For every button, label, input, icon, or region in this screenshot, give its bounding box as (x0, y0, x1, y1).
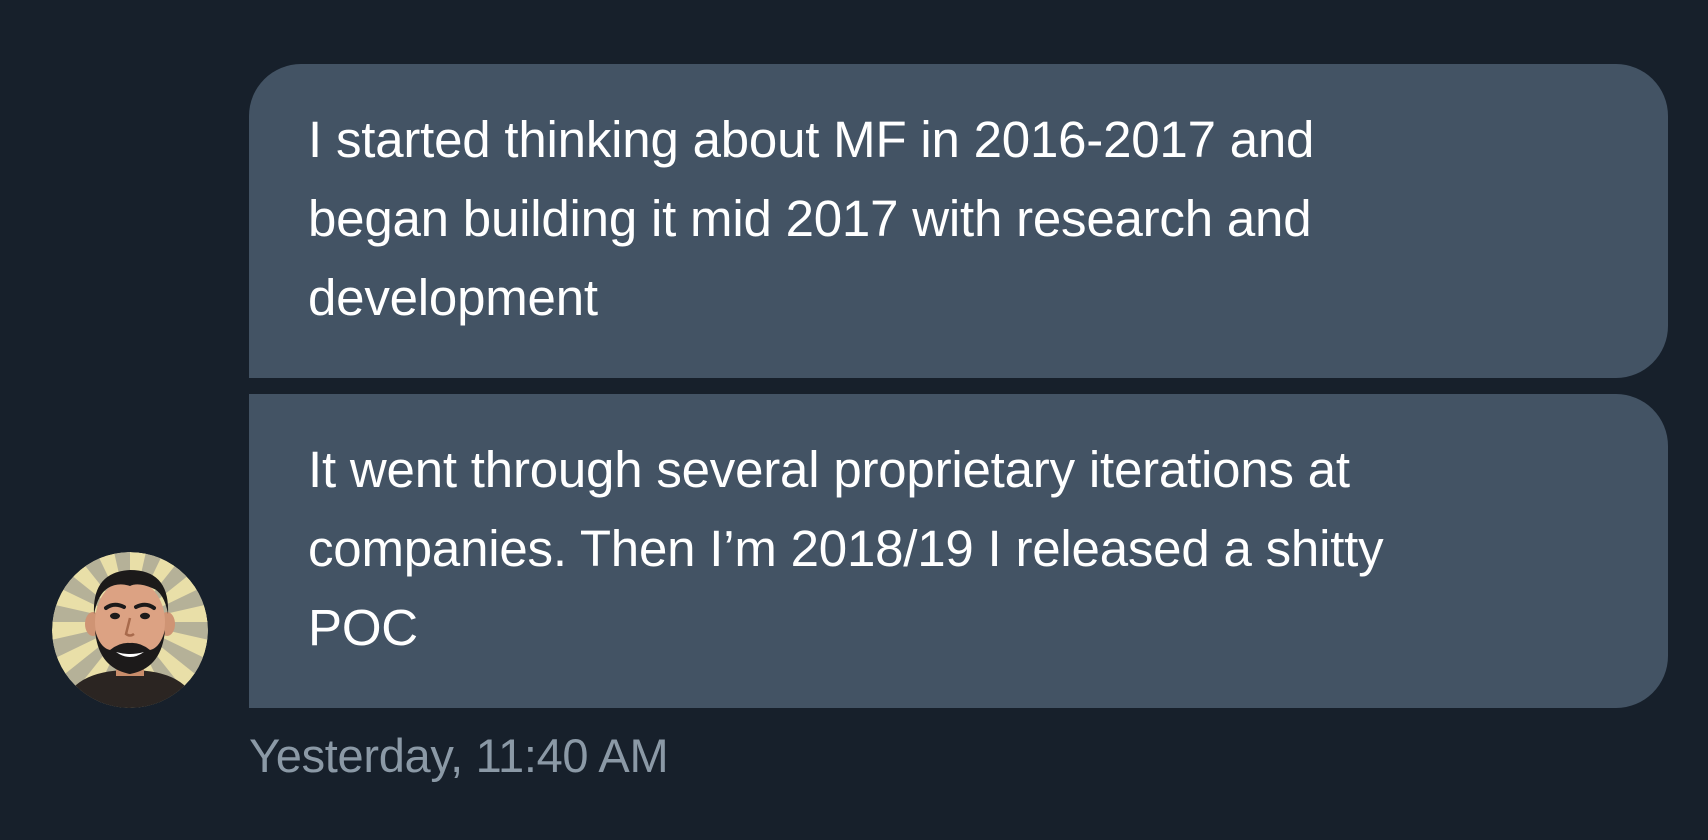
message-bubble[interactable]: I started thinking about MF in 2016-2017… (249, 64, 1668, 378)
avatar[interactable] (52, 552, 208, 708)
message-text-line: began building it mid 2017 with research… (308, 190, 1312, 247)
message-thread: I started thinking about MF in 2016-2017… (0, 0, 1708, 840)
message-text-line: POC (308, 599, 418, 656)
user-avatar-icon (52, 552, 208, 708)
message-text-line: It went through several proprietary iter… (308, 441, 1350, 498)
message-text-line: I started thinking about MF in 2016-2017… (308, 111, 1315, 168)
message-timestamp: Yesterday, 11:40 AM (249, 729, 669, 782)
message-text-line: development (308, 269, 598, 326)
message-text-line: companies. Then I’m 2018/19 I released a… (308, 520, 1384, 577)
message-bubble[interactable]: It went through several proprietary iter… (249, 394, 1668, 708)
